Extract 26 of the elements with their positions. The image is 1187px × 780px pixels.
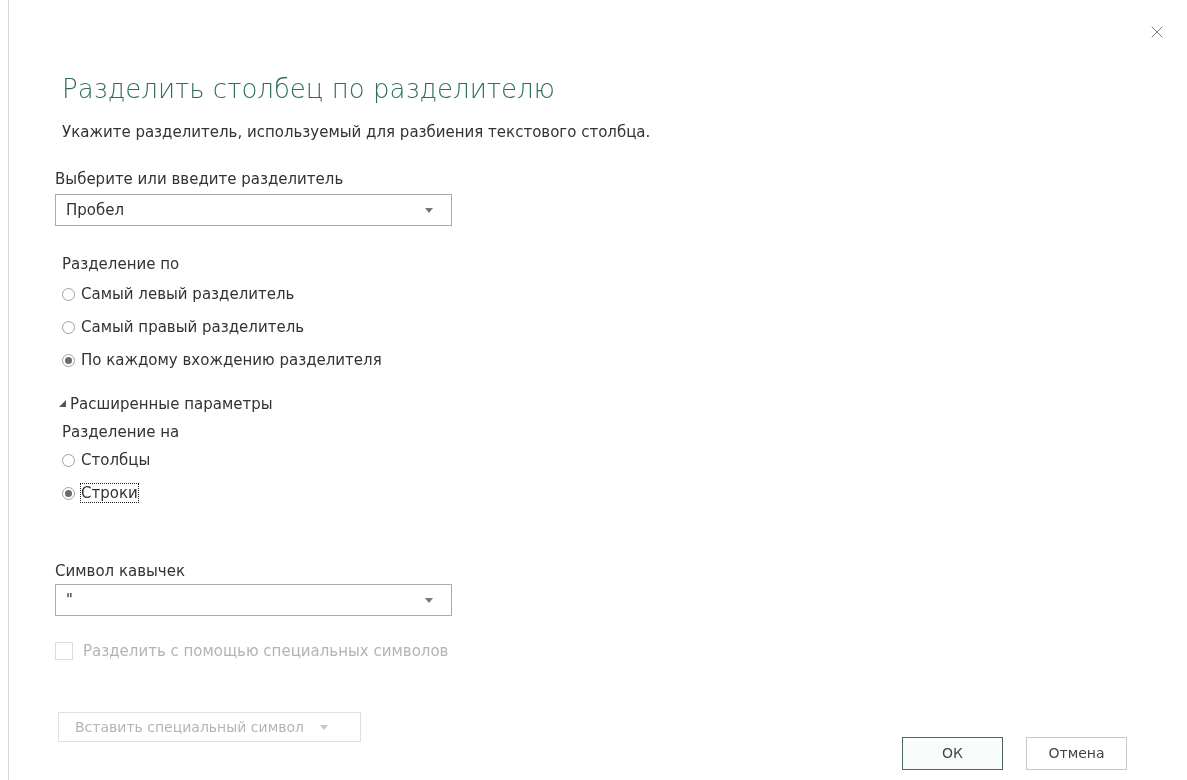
dialog-description: Укажите разделитель, используемый для разбиения текстового столбца. (62, 122, 652, 143)
cancel-button[interactable]: Отмена (1026, 737, 1127, 770)
triangle-icon (59, 400, 66, 408)
radio-button[interactable] (62, 287, 75, 301)
radio-button[interactable] (62, 486, 75, 500)
radio-label: Самый левый разделитель (81, 285, 295, 303)
dialog-title: Разделить столбец по разделителю (62, 73, 556, 106)
group-label: Разделение на (62, 422, 181, 443)
checkbox-label: Разделить с помощью специальных символов (83, 641, 449, 662)
radio-label: Самый правый разделитель (81, 318, 305, 336)
ok-button[interactable]: ОК (902, 737, 1003, 770)
dropdown-arrow-icon (425, 207, 433, 213)
advanced-toggle[interactable]: Расширенные параметры (59, 392, 273, 415)
dropdown-arrow-icon (320, 724, 328, 730)
delimiter-dropdown[interactable]: Пробел (55, 194, 452, 226)
radio-label: Строки (81, 484, 138, 502)
radio-label: По каждому вхождению разделителя (81, 351, 382, 369)
radio-button[interactable] (62, 320, 75, 334)
dropdown-arrow-icon (425, 597, 433, 603)
radio-button[interactable] (62, 453, 75, 467)
radio-label: Столбцы (81, 451, 151, 469)
field-label: Выберите или введите разделитель (55, 168, 345, 190)
field-label: Символ кавычек (55, 560, 186, 582)
group-label: Разделение по (62, 254, 181, 275)
radio-button[interactable] (62, 353, 75, 367)
quote-dropdown[interactable]: " (55, 584, 452, 616)
